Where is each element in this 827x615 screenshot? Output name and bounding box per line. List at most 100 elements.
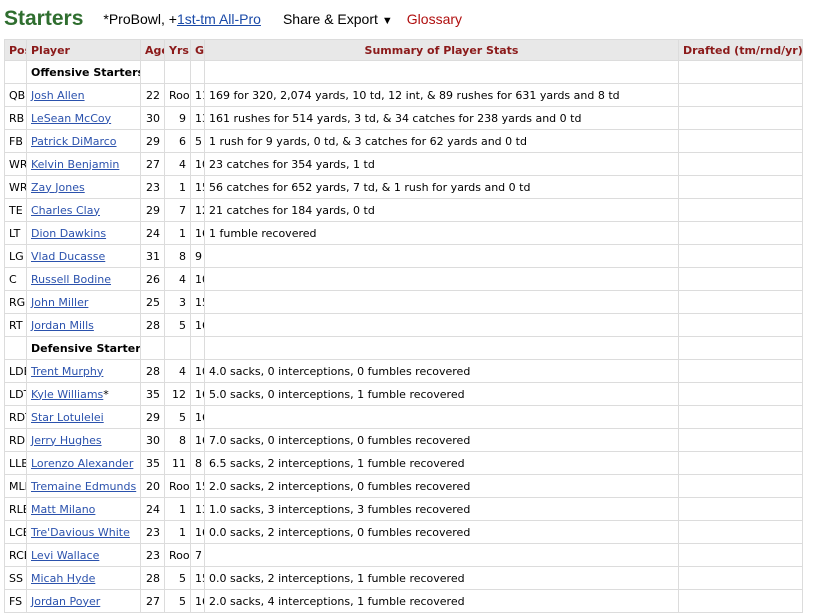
gs-cell: 15 (190, 290, 205, 314)
player-cell: Micah Hyde (26, 566, 141, 590)
gs-cell: 10 (190, 152, 205, 176)
player-link[interactable]: Tre'Davious White (31, 526, 130, 539)
pos-cell: QB (4, 83, 27, 107)
player-cell: Dion Dawkins (26, 221, 141, 245)
glossary-link[interactable]: Glossary (407, 11, 462, 27)
age-cell: 23 (140, 543, 165, 567)
col-header-summary[interactable]: Summary of Player Stats (204, 39, 679, 61)
table-row: LDTKyle Williams*3512165.0 sacks, 0 inte… (4, 382, 803, 406)
player-link[interactable]: Tremaine Edmunds (31, 480, 136, 493)
yrs-cell: 7 (164, 198, 191, 222)
player-link[interactable]: Matt Milano (31, 503, 95, 516)
section-header: Starters *ProBowl, +1st-tm All-Pro Share… (4, 4, 819, 34)
player-link[interactable]: Dion Dawkins (31, 227, 106, 240)
drafted-cell (678, 106, 803, 130)
player-link[interactable]: Trent Murphy (31, 365, 103, 378)
player-link[interactable]: Levi Wallace (31, 549, 99, 562)
table-row: RDE Jerry Hughes 308167.0 sacks, 0 interce… (4, 428, 803, 452)
player-cell: Jordan Poyer (26, 589, 141, 613)
section-empty-cell (678, 60, 803, 84)
table-row: WR Zay Jones 2311556 catches for 652 yards… (4, 175, 803, 199)
pos-cell: WR (4, 152, 27, 176)
age-cell: 29 (140, 405, 165, 429)
player-link[interactable]: Jerry Hughes (31, 434, 102, 447)
pos-cell: LT (4, 221, 27, 245)
age-cell: 31 (140, 244, 165, 268)
table-row: LT Dion Dawkins 241161 fumble recovered (4, 221, 803, 245)
gs-cell: 15 (190, 474, 205, 498)
legend-note: *ProBowl, +1st-tm All-Pro (103, 11, 261, 27)
section-empty-cell (678, 336, 803, 360)
player-cell: Levi Wallace (26, 543, 141, 567)
age-cell: 29 (140, 129, 165, 153)
player-link[interactable]: Vlad Ducasse (31, 250, 105, 263)
col-header-age[interactable]: Age (140, 39, 165, 61)
col-header-drafted[interactable]: Drafted (tm/rnd/yr) (678, 39, 803, 61)
yrs-cell: 4 (164, 152, 191, 176)
age-cell: 35 (140, 451, 165, 475)
col-header-player[interactable]: Player (26, 39, 141, 61)
col-header-pos[interactable]: Pos (4, 39, 27, 61)
player-link[interactable]: Jordan Mills (31, 319, 94, 332)
table-row: LCB Tre'Davious White 231160.0 sacks, 2 in… (4, 520, 803, 544)
player-link[interactable]: Star Lotulelei (31, 411, 104, 424)
player-cell: Kelvin Benjamin (26, 152, 141, 176)
yrs-cell: 5 (164, 405, 191, 429)
drafted-cell (678, 290, 803, 314)
age-cell: 20 (140, 474, 165, 498)
player-link[interactable]: Jordan Poyer (31, 595, 100, 608)
section-empty-cell (140, 336, 165, 360)
summary-cell: 169 for 320, 2,074 yards, 10 td, 12 int,… (204, 83, 679, 107)
summary-cell: 2.0 sacks, 4 interceptions, 1 fumble rec… (204, 589, 679, 613)
summary-cell: 56 catches for 652 yards, 7 td, & 1 rush… (204, 175, 679, 199)
summary-cell: 5.0 sacks, 0 interceptions, 1 fumble rec… (204, 382, 679, 406)
player-link[interactable]: Kyle Williams (31, 388, 103, 401)
pos-cell: SS (4, 566, 27, 590)
gs-cell: 10 (190, 359, 205, 383)
table-body: Offensive StartersQBJosh Allen22Rook1116… (4, 60, 803, 613)
age-cell: 30 (140, 428, 165, 452)
yrs-cell: 12 (164, 382, 191, 406)
table-row: C Russell Bodine 26410 (4, 267, 803, 291)
col-header-gs[interactable]: GS (190, 39, 205, 61)
player-link[interactable]: LeSean McCoy (31, 112, 111, 125)
player-link[interactable]: Patrick DiMarco (31, 135, 117, 148)
pos-cell: LDT (4, 382, 27, 406)
caret-down-icon: ▼ (381, 15, 393, 27)
player-cell: Russell Bodine (26, 267, 141, 291)
player-link[interactable]: Charles Clay (31, 204, 100, 217)
section-empty-cell (190, 60, 205, 84)
player-link[interactable]: Kelvin Benjamin (31, 158, 119, 171)
col-header-yrs[interactable]: Yrs (164, 39, 191, 61)
table-row: RT Jordan Mills 28516 (4, 313, 803, 337)
pos-cell: LG (4, 244, 27, 268)
gs-cell: 13 (190, 106, 205, 130)
age-cell: 30 (140, 106, 165, 130)
age-cell: 28 (140, 566, 165, 590)
table-row: WR Kelvin Benjamin 2741023 catches for 354… (4, 152, 803, 176)
player-cell: Vlad Ducasse (26, 244, 141, 268)
player-link[interactable]: Josh Allen (31, 89, 85, 102)
pos-cell: MLB (4, 474, 27, 498)
age-cell: 24 (140, 221, 165, 245)
age-cell: 23 (140, 175, 165, 199)
drafted-cell (678, 313, 803, 337)
share-export-menu[interactable]: Share & Export ▼ (283, 11, 393, 27)
player-link[interactable]: Lorenzo Alexander (31, 457, 133, 470)
yrs-cell: 9 (164, 106, 191, 130)
player-cell: John Miller (26, 290, 141, 314)
player-link[interactable]: John Miller (31, 296, 88, 309)
player-link[interactable]: Russell Bodine (31, 273, 111, 286)
all-pro-link[interactable]: 1st-tm All-Pro (177, 11, 261, 27)
gs-cell: 16 (190, 520, 205, 544)
drafted-cell (678, 244, 803, 268)
drafted-cell (678, 175, 803, 199)
player-link[interactable]: Zay Jones (31, 181, 85, 194)
award-mark: * (103, 387, 109, 401)
player-link[interactable]: Micah Hyde (31, 572, 95, 585)
yrs-cell: 11 (164, 451, 191, 475)
pos-cell: RDE (4, 428, 27, 452)
summary-cell: 161 rushes for 514 yards, 3 td, & 34 cat… (204, 106, 679, 130)
section-row: Defensive Starters (4, 336, 803, 360)
share-export-label: Share & Export (282, 11, 378, 27)
